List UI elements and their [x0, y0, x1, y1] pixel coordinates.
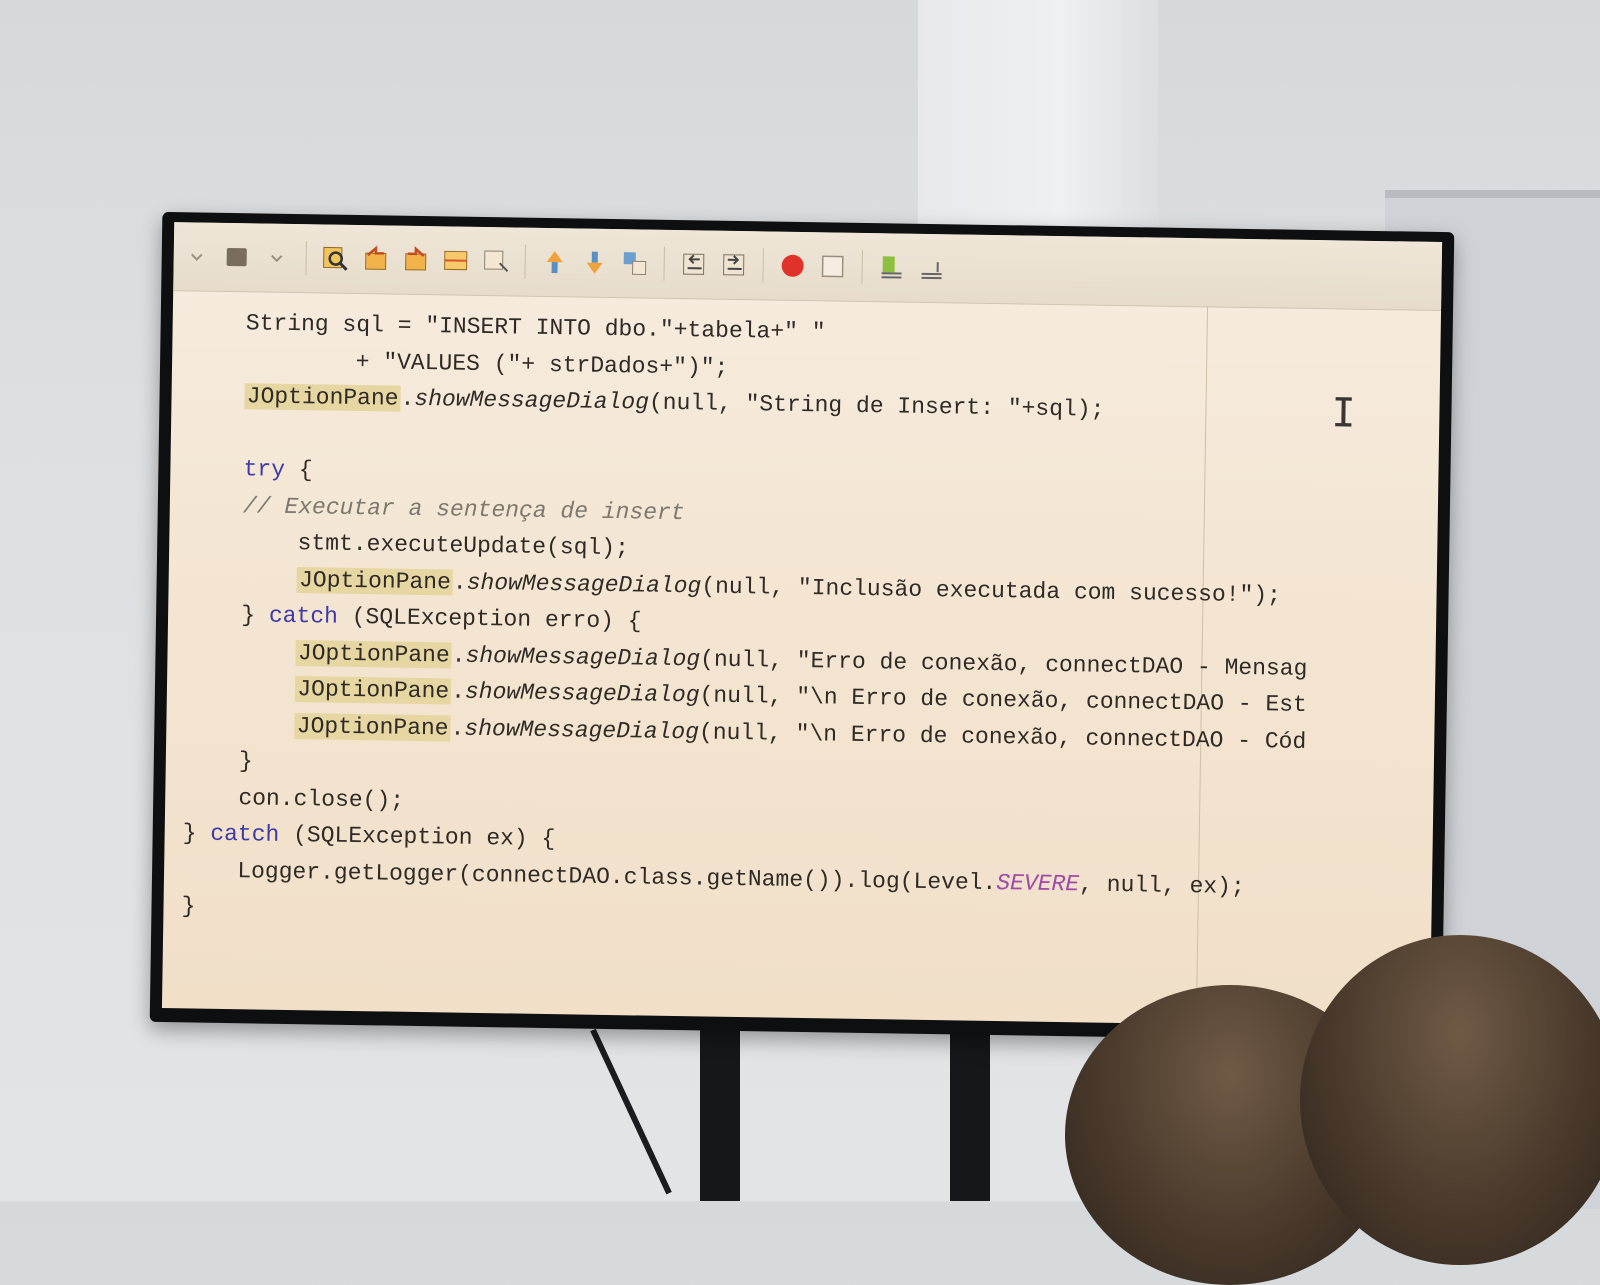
code-line: stmt.executeUpdate(sql); [297, 525, 629, 566]
code-method-name: showMessageDialog [465, 679, 700, 709]
code-text: (SQLException ex) { [279, 822, 555, 852]
toggle-highlight-icon[interactable] [440, 245, 470, 275]
uncomment-icon[interactable] [916, 253, 946, 283]
toolbar-separator [762, 248, 764, 282]
code-comment: // Executar a sentença de insert [243, 493, 685, 526]
code-keyword: catch [269, 603, 338, 630]
shift-right-icon[interactable] [718, 250, 748, 280]
stand-pole-right [950, 1030, 990, 1201]
toolbar-separator [524, 245, 526, 279]
code-line: } [181, 888, 195, 924]
code-text: stmt.executeUpdate(sql); [297, 530, 629, 561]
comment-icon[interactable] [876, 252, 906, 282]
toggle-bookmark-icon[interactable] [619, 248, 649, 278]
code-text: } [239, 748, 253, 774]
code-dot: . [400, 386, 414, 412]
code-method-name: showMessageDialog [466, 569, 701, 599]
stand-pole-left [700, 1030, 740, 1201]
code-method-name: showMessageDialog [464, 715, 699, 745]
code-text: + "VALUES ("+ strDados+")"; [356, 348, 729, 380]
stand-cable [590, 1029, 672, 1195]
code-brace: } [241, 602, 269, 628]
code-text: con.close(); [238, 785, 404, 814]
audience-head-right [1300, 935, 1600, 1265]
code-text: (null, "\n Erro de conexão, connectDAO -… [699, 719, 1307, 755]
ide-screen: String sql = "INSERT INTO dbo."+tabela+"… [162, 222, 1442, 1028]
code-method-name: showMessageDialog [414, 386, 649, 416]
code-constant: SEVERE [996, 870, 1079, 897]
dropdown-icon[interactable] [262, 242, 292, 272]
code-line: // Executar a sentença de insert [243, 488, 685, 531]
shift-left-icon[interactable] [678, 249, 708, 279]
code-method-name: showMessageDialog [465, 642, 700, 672]
code-line: } [239, 743, 253, 779]
tv-monitor: String sql = "INSERT INTO dbo."+tabela+"… [150, 212, 1455, 1042]
code-class-name: JOptionPane [295, 676, 451, 704]
code-text: (null, "Inclusão executada com sucesso!"… [701, 573, 1281, 608]
code-text: (null, "\n Erro de conexão, connectDAO -… [699, 682, 1307, 718]
stop-macro-recording-icon[interactable] [817, 251, 847, 281]
previous-bookmark-icon[interactable] [539, 247, 569, 277]
code-line [189, 414, 190, 450]
code-text: (SQLException erro) { [338, 604, 642, 635]
code-brace: } [182, 820, 210, 846]
code-class-name: JOptionPane [295, 713, 451, 741]
toolbar-separator [861, 250, 863, 284]
dropdown-icon[interactable] [182, 241, 212, 271]
find-selection-icon[interactable] [480, 246, 510, 276]
code-line: } catch (SQLException ex) { [182, 815, 555, 857]
find-next-icon[interactable] [400, 245, 430, 275]
code-class-name: JOptionPane [296, 640, 452, 668]
code-dot: . [453, 569, 467, 595]
code-line: JOptionPane.showMessageDialog(null, "Str… [244, 378, 1104, 428]
editor-toolbar [173, 222, 1442, 311]
start-macro-recording-icon[interactable] [777, 251, 807, 281]
code-line: String sql = "INSERT INTO dbo."+tabela+"… [246, 305, 826, 350]
code-text: , null, ex); [1079, 871, 1245, 900]
code-dot: . [451, 678, 465, 704]
toolbar-separator [663, 247, 665, 281]
code-text: Logger.getLogger(connectDAO.class.getNam… [237, 858, 996, 896]
next-bookmark-icon[interactable] [579, 247, 609, 277]
code-dot: . [450, 715, 464, 741]
text-cursor-icon: I [1331, 390, 1356, 436]
code-line: try { [243, 451, 313, 488]
wall-pillar [918, 0, 1158, 230]
code-text: String sql = "INSERT INTO dbo."+tabela+"… [246, 310, 826, 345]
code-dot: . [452, 642, 466, 668]
code-line: con.close(); [238, 780, 404, 819]
toolbar-separator [305, 241, 307, 275]
code-keyword: catch [210, 821, 279, 848]
code-text: { [285, 457, 313, 483]
find-previous-icon[interactable] [360, 244, 390, 274]
code-line: + "VALUES ("+ strDados+")"; [355, 343, 728, 385]
build-icon[interactable] [222, 242, 252, 272]
code-text: (null, "String de Insert: "+sql); [649, 390, 1105, 423]
code-line: } catch (SQLException erro) { [241, 597, 642, 639]
code-line: Logger.getLogger(connectDAO.class.getNam… [237, 853, 1245, 905]
code-editor[interactable]: String sql = "INSERT INTO dbo."+tabela+"… [162, 304, 1441, 1028]
code-text: } [181, 893, 195, 919]
code-keyword: try [243, 456, 285, 483]
find-icon[interactable] [320, 243, 350, 273]
code-class-name: JOptionPane [245, 383, 401, 411]
code-class-name: JOptionPane [297, 567, 453, 595]
code-text: (null, "Erro de conexão, connectDAO - Me… [700, 646, 1308, 682]
